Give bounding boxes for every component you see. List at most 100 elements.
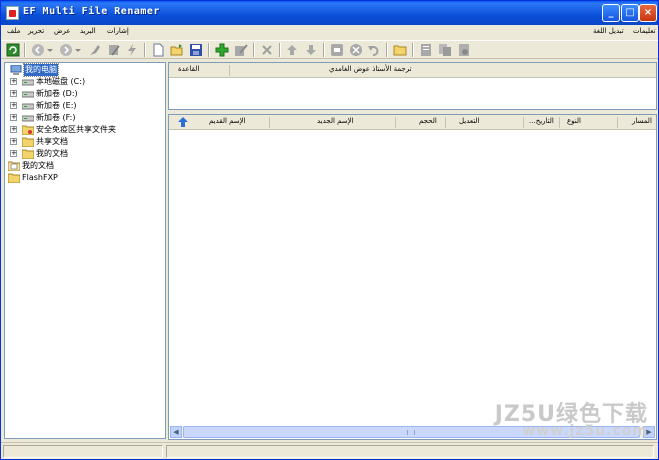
brush-icon[interactable] (88, 43, 102, 57)
files-list[interactable]: الإسم القديم الإسم الجديد الحجم التعديل … (168, 114, 657, 440)
computer-icon (10, 65, 22, 75)
toolbar-separator (323, 43, 325, 57)
menu-mail[interactable]: البريد (80, 27, 96, 35)
doc-copy-icon[interactable] (438, 43, 452, 57)
files-column-size[interactable]: الحجم (419, 117, 437, 125)
back-icon[interactable] (31, 43, 45, 57)
menu-view[interactable]: عرض (54, 27, 71, 35)
scrollbar-grip (407, 430, 415, 435)
column-divider (229, 65, 230, 76)
rules-header: القاعدة ترجمة الأستاذ عوض الغامدي (169, 63, 656, 78)
title-bar[interactable]: EF Multi File Renamer _ □ × (1, 1, 658, 25)
add-icon[interactable] (215, 43, 229, 57)
tree-item-label: 安全免疫区共享文件夹 (36, 125, 116, 134)
rules-column-rule[interactable]: القاعدة (178, 65, 199, 73)
toolbar-separator (24, 43, 26, 57)
undo-icon[interactable] (367, 43, 381, 57)
column-divider (523, 117, 524, 128)
delete-icon[interactable] (260, 43, 274, 57)
sort-up-icon[interactable] (178, 117, 188, 127)
close-button[interactable]: × (639, 4, 657, 22)
maximize-button[interactable]: □ (621, 4, 639, 22)
folder-icon (22, 149, 34, 159)
new-file-icon[interactable] (151, 43, 165, 57)
rules-column-credit[interactable]: ترجمة الأستاذ عوض الغامدي (329, 65, 412, 73)
menu-bar: ملف تحرير عرض البريد إشارات تبديل اللغة … (1, 25, 658, 40)
expand-toggle[interactable]: + (10, 90, 17, 97)
tree-item-label: 本地磁盘 (C:) (36, 77, 86, 86)
tree-item-label: FlashFXP (22, 173, 58, 182)
cancel-icon[interactable] (349, 43, 363, 57)
lightning-icon[interactable] (125, 43, 139, 57)
move-down-icon[interactable] (304, 43, 318, 57)
refresh-icon[interactable] (6, 43, 20, 57)
stop-icon[interactable] (330, 43, 344, 57)
app-icon[interactable] (6, 6, 19, 20)
tree-item-label: 我的电脑 (23, 63, 59, 77)
window-title: EF Multi File Renamer (23, 6, 160, 17)
folder-tree[interactable]: 我的电脑 + 本地磁盘 (C:) + 新加卷 (D:) + 新加卷 (E:) +… (4, 62, 166, 439)
forward-icon[interactable] (59, 43, 73, 57)
folder-icon (8, 173, 20, 183)
toolbar (1, 40, 658, 59)
files-column-modified[interactable]: التعديل (459, 117, 480, 125)
files-column-old-name[interactable]: الإسم القديم (209, 117, 246, 125)
expand-toggle[interactable]: + (10, 126, 17, 133)
toolbar-separator (208, 43, 210, 57)
column-divider (395, 117, 396, 128)
status-bar (1, 442, 658, 459)
expand-toggle[interactable]: + (10, 102, 17, 109)
rules-list[interactable]: القاعدة ترجمة الأستاذ عوض الغامدي (168, 62, 657, 110)
column-divider (269, 117, 270, 128)
files-header: الإسم القديم الإسم الجديد الحجم التعديل … (169, 115, 656, 130)
menu-edit[interactable]: تحرير (28, 27, 44, 35)
shared-folder-icon (22, 125, 34, 135)
column-divider (559, 117, 560, 128)
tree-item-label: 我的文档 (36, 149, 68, 158)
toolbar-separator (144, 43, 146, 57)
files-column-type[interactable]: النوع (567, 117, 581, 125)
watermark: JZ5U绿色下载 www.jz5u.com (468, 396, 648, 439)
doc-icon[interactable] (419, 43, 433, 57)
drive-icon (22, 103, 34, 110)
drive-icon (22, 79, 34, 86)
expand-toggle[interactable]: + (10, 78, 17, 85)
toolbar-separator (279, 43, 281, 57)
doc-settings-icon[interactable] (457, 43, 471, 57)
forward-dropdown-icon[interactable] (73, 43, 87, 57)
folder-icon (22, 137, 34, 147)
menu-help[interactable]: تعليمات (633, 27, 656, 35)
status-panel-right (166, 445, 654, 458)
drive-icon (22, 91, 34, 98)
open-icon[interactable] (170, 43, 184, 57)
tree-item-label: 我的文档 (22, 161, 54, 170)
documents-icon (8, 161, 20, 171)
edit-icon[interactable] (107, 43, 121, 57)
watermark-url: www.jz5u.com (522, 423, 648, 439)
back-dropdown-icon[interactable] (45, 43, 59, 57)
toolbar-separator (386, 43, 388, 57)
scroll-left-button[interactable]: ◀ (170, 426, 182, 438)
files-column-new-name[interactable]: الإسم الجديد (317, 117, 354, 125)
app-window: EF Multi File Renamer _ □ × ملف تحرير عر… (0, 0, 659, 460)
tree-item-label: 新加卷 (E:) (36, 101, 77, 110)
expand-toggle[interactable]: + (10, 150, 17, 157)
tree-item-label: 共享文档 (36, 137, 68, 146)
move-up-icon[interactable] (285, 43, 299, 57)
folder-icon[interactable] (393, 43, 407, 57)
files-column-date[interactable]: ...التاريخ (529, 117, 554, 125)
save-icon[interactable] (189, 43, 203, 57)
column-divider (445, 117, 446, 128)
column-divider (617, 117, 618, 128)
menu-switch-language[interactable]: تبديل اللغة (593, 27, 624, 35)
toolbar-separator (253, 43, 255, 57)
toolbar-separator (412, 43, 414, 57)
tree-item-label: 新加卷 (D:) (36, 89, 78, 98)
edit-rule-icon[interactable] (234, 43, 248, 57)
menu-file[interactable]: ملف (7, 27, 20, 35)
expand-toggle[interactable]: + (10, 114, 17, 121)
expand-toggle[interactable]: + (10, 138, 17, 145)
files-column-path[interactable]: المسار (632, 117, 652, 125)
minimize-button[interactable]: _ (602, 4, 620, 22)
menu-bookmarks[interactable]: إشارات (107, 27, 129, 35)
